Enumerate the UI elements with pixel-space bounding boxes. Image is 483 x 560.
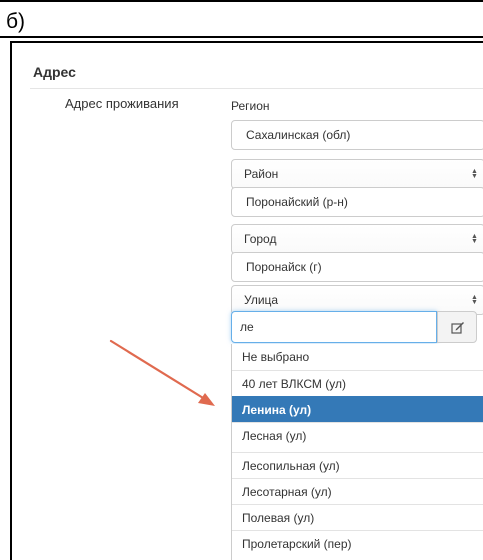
edit-button[interactable] — [437, 311, 477, 343]
list-item[interactable]: Лесотарная (ул) — [232, 478, 483, 504]
street-search-input[interactable] — [231, 311, 437, 343]
district-value: Поронайский (р-н) — [246, 195, 348, 209]
list-item[interactable]: Полевая (ул) — [232, 504, 483, 530]
section-title: Адрес — [33, 64, 76, 80]
list-item[interactable]: Пролетарский (пер) — [232, 530, 483, 556]
list-item[interactable]: 40 лет ВЛКСМ (ул) — [232, 370, 483, 396]
section-divider — [30, 88, 483, 89]
figure-caption: б) — [6, 10, 26, 33]
city-value: Поронайск (г) — [246, 260, 322, 274]
region-value-field[interactable]: Сахалинская (обл) — [231, 120, 483, 150]
region-value: Сахалинская (обл) — [246, 128, 351, 142]
city-select[interactable]: Город ▲ ▼ — [231, 224, 483, 254]
address-field-label: Адрес проживания — [65, 96, 179, 111]
district-value-field[interactable]: Поронайский (р-н) — [231, 187, 483, 217]
edit-icon — [451, 322, 464, 334]
city-select-label: Город — [244, 232, 277, 246]
street-select-label: Улица — [244, 293, 279, 307]
district-select[interactable]: Район ▲ ▼ — [231, 159, 483, 189]
updown-caret-icon: ▲ ▼ — [471, 168, 478, 180]
updown-caret-icon: ▲ ▼ — [471, 233, 478, 245]
figure-caption-bar: б) — [0, 0, 483, 38]
updown-caret-icon: ▲ ▼ — [471, 294, 478, 306]
list-item[interactable]: Лесопильная (ул) — [232, 452, 483, 478]
street-dropdown-list: Не выбрано 40 лет ВЛКСМ (ул) Ленина (ул)… — [231, 344, 483, 560]
city-value-field[interactable]: Поронайск (г) — [231, 252, 483, 282]
list-item[interactable]: Лесная (ул) — [232, 422, 483, 448]
list-item[interactable]: Не выбрано — [232, 344, 483, 370]
address-form: Адрес Адрес проживания Регион Сахалинска… — [10, 41, 483, 560]
region-label: Регион — [231, 99, 270, 113]
district-select-label: Район — [244, 167, 279, 181]
list-item-selected[interactable]: Ленина (ул) — [232, 396, 483, 422]
